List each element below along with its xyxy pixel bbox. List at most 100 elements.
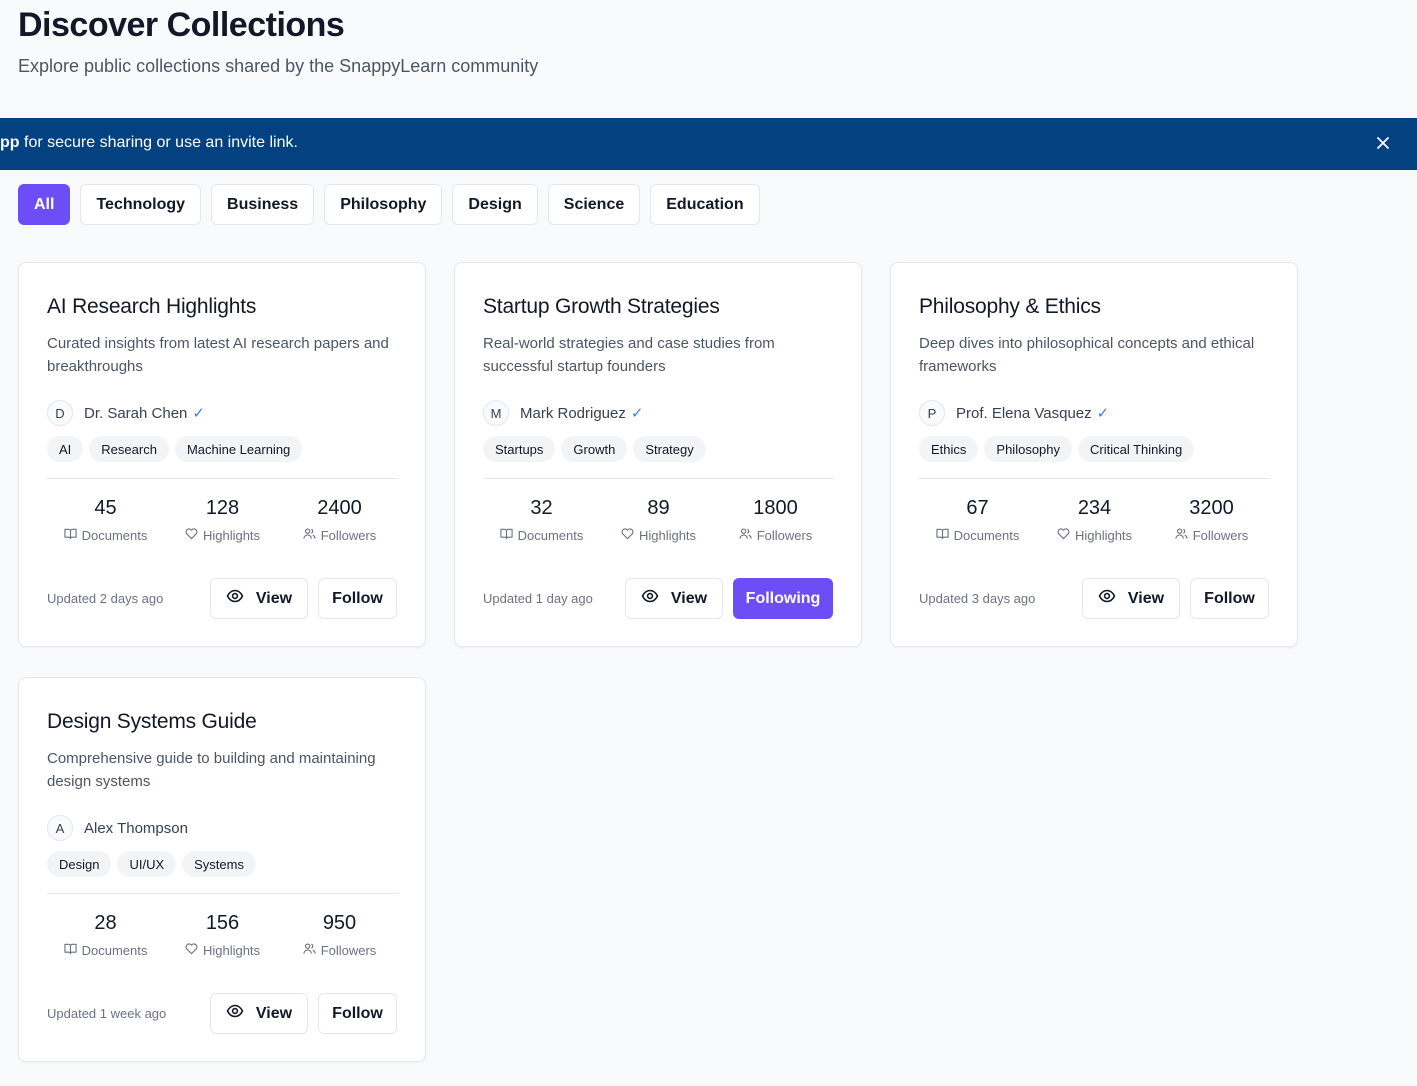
- stat-followers: 950 Followers: [281, 912, 398, 958]
- page-header: Discover Collections Explore public coll…: [18, 4, 538, 77]
- view-label: View: [670, 589, 708, 607]
- highlights-count: 128: [205, 497, 240, 519]
- stat-documents: 67 Documents: [919, 497, 1036, 543]
- follow-button[interactable]: Follow: [1190, 578, 1269, 619]
- author-name[interactable]: Alex Thompson: [84, 820, 188, 837]
- stats-row: 45 Documents 128 Highlights 2400 Followe…: [47, 497, 398, 543]
- documents-count: 28: [94, 912, 117, 934]
- stat-documents: 32 Documents: [483, 497, 600, 543]
- author-row: D Dr. Sarah Chen ✓: [47, 400, 398, 426]
- book-icon: [935, 527, 949, 543]
- tag[interactable]: Research: [89, 436, 169, 462]
- banner-link[interactable]: pp: [0, 134, 20, 151]
- avatar: P: [919, 400, 945, 426]
- author-name[interactable]: Prof. Elena Vasquez: [956, 405, 1092, 422]
- tag[interactable]: Philosophy: [984, 436, 1073, 462]
- author-name[interactable]: Mark Rodriguez: [520, 405, 626, 422]
- collection-card: AI Research Highlights Curated insights …: [18, 262, 426, 647]
- category-filters: All Technology Business Philosophy Desig…: [18, 184, 760, 225]
- documents-label: Documents: [81, 527, 148, 543]
- view-button[interactable]: View: [210, 993, 308, 1034]
- tag[interactable]: Systems: [182, 851, 256, 877]
- tag[interactable]: Strategy: [633, 436, 706, 462]
- eye-icon: [226, 587, 244, 610]
- author-row: M Mark Rodriguez ✓: [483, 400, 834, 426]
- documents-count: 67: [966, 497, 989, 519]
- tag[interactable]: AI: [47, 436, 84, 462]
- stats-row: 28 Documents 156 Highlights 950 Follower…: [47, 912, 398, 958]
- tag[interactable]: Startups: [483, 436, 556, 462]
- collection-title[interactable]: AI Research Highlights: [47, 295, 398, 323]
- followers-count: 950: [322, 912, 357, 934]
- followers-label: Followers: [756, 527, 813, 543]
- view-button[interactable]: View: [210, 578, 308, 619]
- tag-list: Design UI/UX Systems: [47, 851, 398, 877]
- eye-icon: [226, 1002, 244, 1025]
- collection-card: Startup Growth Strategies Real-world str…: [454, 262, 862, 647]
- collection-description: Comprehensive guide to building and main…: [47, 750, 376, 790]
- follow-button[interactable]: Follow: [318, 993, 397, 1034]
- highlights-label: Highlights: [202, 942, 261, 958]
- users-icon: [739, 527, 752, 543]
- collection-card: Philosophy & Ethics Deep dives into phil…: [890, 262, 1298, 647]
- users-icon: [303, 942, 316, 958]
- followers-label: Followers: [1192, 527, 1249, 543]
- updated-timestamp: Updated 1 day ago: [483, 591, 593, 606]
- updated-timestamp: Updated 2 days ago: [47, 591, 164, 606]
- stat-followers: 1800 Followers: [717, 497, 834, 543]
- stat-documents: 28 Documents: [47, 912, 164, 958]
- documents-label: Documents: [81, 942, 148, 958]
- card-footer: Updated 1 week ago View Follow: [47, 993, 397, 1034]
- updated-timestamp: Updated 1 week ago: [47, 1006, 167, 1021]
- documents-count: 32: [530, 497, 553, 519]
- tag[interactable]: Machine Learning: [174, 436, 303, 462]
- collection-title[interactable]: Design Systems Guide: [47, 710, 398, 738]
- tag[interactable]: Design: [47, 851, 112, 877]
- book-icon: [63, 527, 77, 543]
- documents-count: 45: [94, 497, 117, 519]
- avatar: D: [47, 400, 73, 426]
- tag[interactable]: UI/UX: [117, 851, 177, 877]
- heart-icon: [1057, 527, 1070, 543]
- view-button[interactable]: View: [1082, 578, 1180, 619]
- stats-row: 32 Documents 89 Highlights 1800 Follower…: [483, 497, 834, 543]
- page-title: Discover Collections: [18, 6, 345, 44]
- highlights-count: 156: [205, 912, 240, 934]
- filter-technology[interactable]: Technology: [80, 184, 202, 225]
- tag[interactable]: Growth: [561, 436, 628, 462]
- close-icon[interactable]: [1371, 131, 1395, 155]
- view-button[interactable]: View: [625, 578, 723, 619]
- tag-list: AI Research Machine Learning: [47, 436, 398, 462]
- author-name[interactable]: Dr. Sarah Chen: [84, 405, 187, 422]
- stat-followers: 3200 Followers: [1153, 497, 1270, 543]
- filter-design[interactable]: Design: [452, 184, 538, 225]
- highlights-label: Highlights: [1074, 527, 1133, 543]
- info-banner: pp for secure sharing or use an invite l…: [0, 118, 1417, 170]
- collection-title[interactable]: Startup Growth Strategies: [483, 295, 834, 323]
- tag[interactable]: Critical Thinking: [1078, 436, 1195, 462]
- following-button[interactable]: Following: [733, 578, 833, 619]
- filter-science[interactable]: Science: [547, 184, 641, 225]
- collection-title[interactable]: Philosophy & Ethics: [919, 295, 1270, 323]
- stat-highlights: 89 Highlights: [600, 497, 717, 543]
- filter-education[interactable]: Education: [650, 184, 760, 225]
- collection-description: Deep dives into philosophical concepts a…: [919, 335, 1255, 375]
- tag-list: Startups Growth Strategy: [483, 436, 834, 462]
- card-footer: Updated 3 days ago View Follow: [919, 578, 1269, 619]
- view-label: View: [255, 589, 293, 607]
- avatar: M: [483, 400, 509, 426]
- filter-philosophy[interactable]: Philosophy: [324, 184, 443, 225]
- collection-description: Real-world strategies and case studies f…: [483, 335, 775, 375]
- tag[interactable]: Ethics: [919, 436, 979, 462]
- documents-label: Documents: [517, 527, 584, 543]
- eye-icon: [1098, 587, 1116, 610]
- stat-highlights: 128 Highlights: [164, 497, 281, 543]
- tag-list: Ethics Philosophy Critical Thinking: [919, 436, 1270, 462]
- filter-all[interactable]: All: [18, 184, 71, 225]
- avatar: A: [47, 815, 73, 841]
- divider: [483, 478, 834, 479]
- follow-button[interactable]: Follow: [318, 578, 397, 619]
- filter-business[interactable]: Business: [211, 184, 315, 225]
- author-row: P Prof. Elena Vasquez ✓: [919, 400, 1270, 426]
- collection-card: Design Systems Guide Comprehensive guide…: [18, 677, 426, 1062]
